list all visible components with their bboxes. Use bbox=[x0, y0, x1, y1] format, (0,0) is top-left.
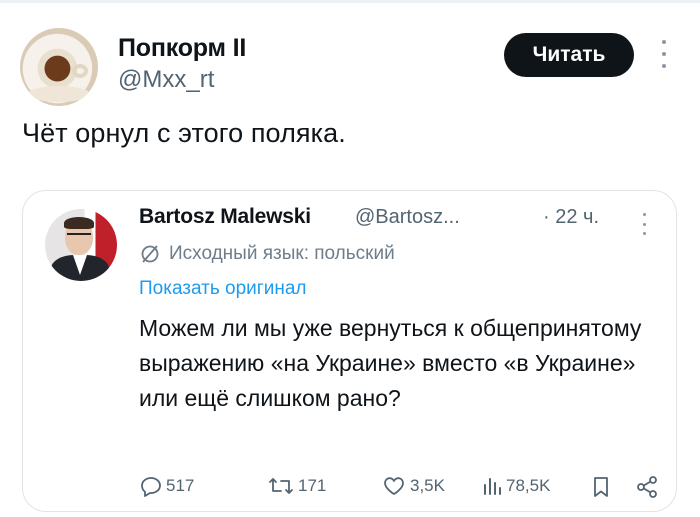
repost-icon bbox=[267, 475, 295, 497]
top-divider bbox=[0, 0, 700, 3]
show-original-link[interactable]: Показать оригинал bbox=[139, 278, 306, 300]
quoted-author-name[interactable]: Bartosz Malewski bbox=[139, 205, 311, 229]
views-count: 78,5K bbox=[506, 476, 551, 495]
avatar[interactable] bbox=[20, 28, 98, 106]
translate-icon bbox=[139, 243, 161, 265]
views-button[interactable]: 78,5K bbox=[481, 475, 550, 497]
author-name[interactable]: Попкорм II bbox=[118, 34, 246, 63]
translation-note: Исходный язык: польский bbox=[139, 243, 395, 265]
quoted-author-handle[interactable]: @Bartosz... bbox=[355, 206, 460, 229]
reply-button[interactable]: 517 bbox=[139, 475, 194, 497]
views-icon bbox=[481, 475, 503, 497]
quoted-more-icon[interactable] bbox=[637, 211, 651, 237]
quoted-avatar[interactable] bbox=[45, 209, 117, 281]
like-button[interactable]: 3,5K bbox=[381, 475, 445, 497]
share-icon bbox=[635, 475, 659, 499]
share-button[interactable] bbox=[635, 475, 659, 499]
more-icon[interactable] bbox=[654, 36, 674, 72]
like-icon bbox=[381, 475, 407, 497]
reply-icon bbox=[139, 475, 163, 497]
tweet-text: Чёт орнул с этого поляка. bbox=[22, 118, 346, 148]
bookmark-icon bbox=[591, 475, 611, 499]
like-count: 3,5K bbox=[410, 476, 445, 495]
quoted-tweet-card[interactable]: Bartosz Malewski @Bartosz... · 22 ч. Исх… bbox=[22, 190, 677, 512]
reply-count: 517 bbox=[166, 476, 195, 495]
action-bar: 517 171 3,5K 78,5K bbox=[139, 475, 659, 501]
repost-count: 171 bbox=[298, 476, 327, 495]
quoted-tweet-text: Можем ли мы уже вернуться к общепринятом… bbox=[139, 315, 642, 411]
bookmark-button[interactable] bbox=[591, 475, 611, 499]
repost-button[interactable]: 171 bbox=[267, 475, 326, 497]
translation-label: Исходный язык: польский bbox=[169, 243, 395, 264]
avatar-saucer bbox=[28, 86, 90, 102]
follow-button[interactable]: Читать bbox=[504, 33, 634, 77]
author-handle[interactable]: @Mxx_rt bbox=[118, 66, 214, 94]
quoted-timestamp[interactable]: · 22 ч. bbox=[543, 206, 599, 229]
avatar-cup-handle bbox=[72, 64, 88, 78]
